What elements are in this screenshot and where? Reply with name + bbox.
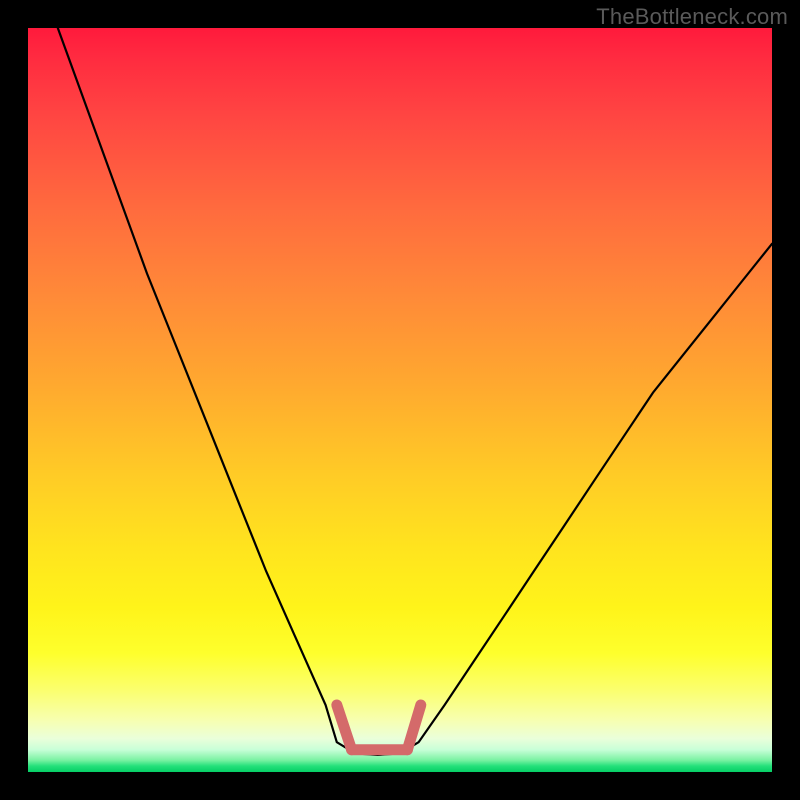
- plot-area: [28, 28, 772, 772]
- chart-frame: TheBottleneck.com: [0, 0, 800, 800]
- curve-layer: [28, 28, 772, 772]
- curve-path: [58, 28, 772, 755]
- plateau-highlight: [337, 705, 421, 750]
- watermark-text: TheBottleneck.com: [596, 4, 788, 30]
